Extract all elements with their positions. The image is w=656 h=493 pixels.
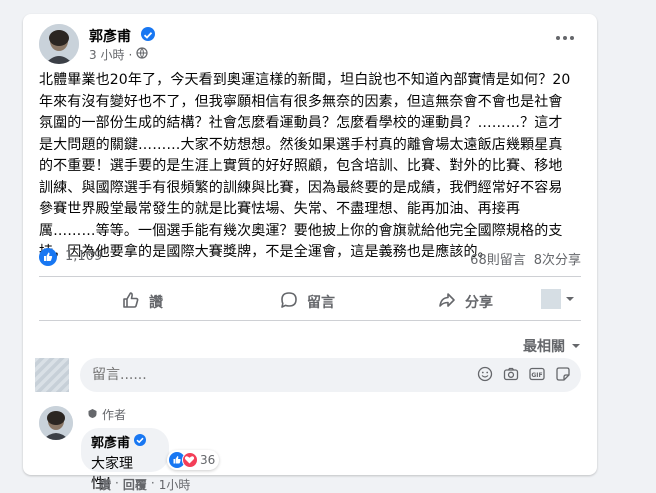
post-body-line: 是大問題的關鍵………大家不妨想想。然後如果選手村真的離會場太遠飯店幾顆星真 (39, 136, 563, 153)
composer-tools: GIF (477, 366, 571, 382)
post-card: 郭彥甫 3 小時 · 北體畢業也20年了，今天看到奧運這樣的新聞，坦白說也不知道… (23, 14, 597, 492)
share-label: 分享 (465, 295, 493, 311)
reactions-summary: 1,109 68則留言 8次分享 (39, 246, 581, 268)
author-tag-label: 作者 (102, 408, 127, 422)
divider (39, 320, 581, 321)
sort-label: 最相關 (523, 339, 565, 355)
post-body-line: 訓練、與國際選手有很頻繁的訓練與比賽，因為最終要的是成績，我們經常好不容易 (39, 179, 563, 196)
profile-thumbnail (541, 289, 561, 309)
verified-badge-icon (141, 27, 155, 41)
thumbs-up-icon (121, 290, 141, 314)
love-reaction-icon (182, 452, 198, 468)
reaction-count[interactable]: 1,109 (65, 249, 102, 264)
post-body-line: 參賽世界殿堂最常發生的就是比賽怯場、失常、不盡理想、能再加油、再接再 (39, 201, 521, 217)
post-body-line: 的不重要！選手要的是生涯上實質的好好照顧，包含培訓、比賽、對外的比賽、移地 (39, 158, 563, 174)
comment-author: 郭彥甫 (91, 432, 159, 451)
caret-down-icon (571, 338, 581, 354)
comment-bubble: 郭彥甫 大家理性！ (81, 428, 169, 492)
author-avatar[interactable] (39, 24, 79, 64)
verified-badge-icon (134, 433, 147, 450)
commenter-avatar[interactable] (39, 406, 73, 440)
share-as-selector[interactable] (541, 286, 581, 312)
post-body-line: 氛圍的一部份生成的結構？社會怎麼看運動員？怎麼看學校的運動員？………？這才 (39, 115, 563, 131)
comment-item: 作者 郭彥甫 大家理性！ 36 讚 · 回覆 · 1小時 (39, 406, 581, 492)
comment-button[interactable]: 留言 (279, 290, 335, 314)
post-meta: 3 小時 · (89, 46, 148, 63)
post-actions: 讚 留言 分享 (39, 282, 581, 318)
comment-reply-link[interactable]: 回覆 (123, 476, 147, 493)
action-separator: · (150, 476, 155, 490)
caret-down-icon (565, 291, 575, 307)
svg-text:GIF: GIF (531, 372, 542, 379)
post-time[interactable]: 3 小時 (89, 46, 124, 63)
gif-icon[interactable]: GIF (529, 366, 545, 382)
post-body-line: 北體畢業也20年了，今天看到奧運這樣的新聞，坦白說也不知道內部實情是如何？20 (39, 72, 571, 88)
more-options-icon[interactable] (551, 30, 579, 50)
comment-composer: GIF (35, 358, 581, 394)
camera-icon[interactable] (503, 366, 519, 382)
author-tag: 作者 (87, 406, 126, 423)
share-arrow-icon (437, 290, 457, 314)
comment-time[interactable]: 1小時 (159, 476, 191, 493)
comment-label: 留言 (307, 295, 335, 311)
post-body: 北體畢業也20年了，今天看到奧運這樣的新聞，坦白說也不知道內部實情是如何？20 … (39, 70, 584, 264)
sticker-icon[interactable] (555, 366, 571, 382)
divider (39, 276, 581, 277)
author-name[interactable]: 郭彥甫 (89, 26, 131, 46)
comments-count[interactable]: 68則留言 (470, 249, 526, 268)
like-reaction-icon[interactable] (39, 248, 57, 266)
shares-count[interactable]: 8次分享 (534, 249, 581, 268)
comment-reactions[interactable]: 36 (167, 450, 220, 470)
post-body-line: 厲………等等。一個選手能有幾次奧運？要他披上你的會旗就給他完全國際規格的支 (39, 222, 563, 239)
comment-bubble-icon (279, 290, 299, 314)
post-header: 郭彥甫 3 小時 · (39, 24, 581, 70)
comment-like-link[interactable]: 讚 (99, 476, 111, 493)
comment-sort-dropdown[interactable]: 最相關 (523, 336, 581, 356)
globe-icon (136, 47, 148, 62)
like-label: 讚 (149, 295, 163, 311)
share-button[interactable]: 分享 (437, 290, 493, 314)
comment-reaction-count: 36 (200, 453, 216, 467)
comment-author-name[interactable]: 郭彥甫 (91, 432, 130, 451)
post-body-line: 年來有沒有變好也不了，但我寧願相信有很多無奈的因素，但這無奈會不會也是社會 (39, 93, 563, 110)
like-button[interactable]: 讚 (121, 290, 163, 314)
emoji-icon[interactable] (477, 366, 493, 382)
comment-actions: 讚 · 回覆 · 1小時 (99, 476, 190, 493)
action-separator: · (115, 476, 119, 490)
meta-separator: · (128, 47, 133, 62)
post-stats: 68則留言 8次分享 (470, 249, 581, 268)
author-tag-icon (87, 408, 98, 422)
current-user-avatar[interactable] (35, 358, 69, 392)
